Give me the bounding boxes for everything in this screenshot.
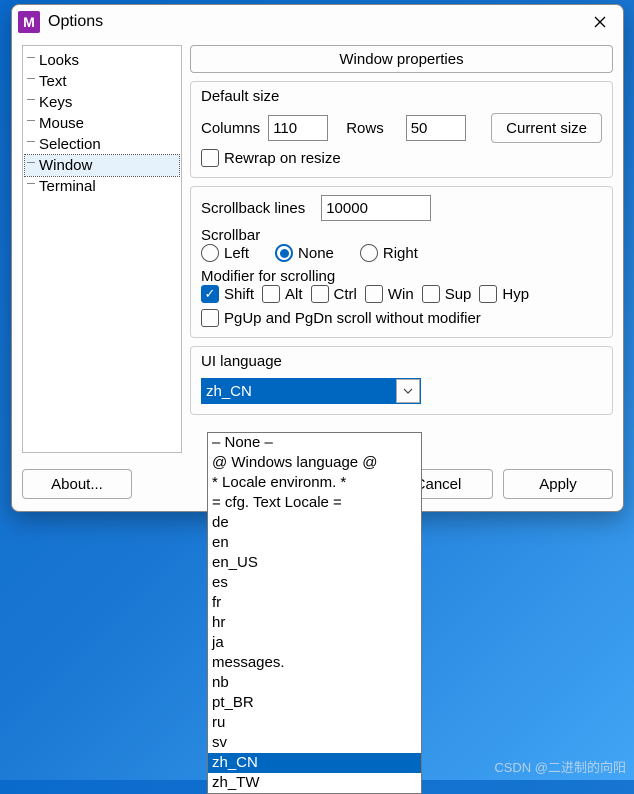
mod-ctrl-checkbox[interactable]: Ctrl [311,285,357,303]
checkbox-icon [201,149,219,167]
main-panel: Window properties Default size Columns R… [190,45,613,453]
dropdown-option[interactable]: * Locale environm. * [208,473,421,493]
mod-hyp-checkbox[interactable]: Hyp [479,285,529,303]
checkbox-icon [479,285,497,303]
ui-language-combo[interactable] [201,378,421,404]
checkbox-icon [422,285,440,303]
default-size-title: Default size [201,88,602,105]
watermark: CSDN @二进制的向阳 [494,757,626,776]
rows-input[interactable] [406,115,466,141]
dropdown-option[interactable]: fr [208,593,421,613]
sidebar: Looks Text Keys Mouse Selection Window T… [22,45,182,453]
checkbox-icon [201,285,219,303]
close-icon [594,16,606,28]
rewrap-checkbox[interactable]: Rewrap on resize [201,149,341,167]
checkbox-icon [365,285,383,303]
modifier-label: Modifier for scrolling [201,268,602,285]
scrollbar-label: Scrollbar [201,227,602,244]
combo-dropdown-button[interactable] [396,379,420,403]
checkbox-icon [201,309,219,327]
mod-alt-checkbox[interactable]: Alt [262,285,303,303]
chevron-down-icon [403,388,413,394]
mod-shift-checkbox[interactable]: Shift [201,285,254,303]
window-properties-button[interactable]: Window properties [190,45,613,73]
dropdown-option[interactable]: nb [208,673,421,693]
titlebar: M Options [12,5,623,39]
about-button[interactable]: About... [22,469,132,499]
columns-label: Columns [201,120,260,137]
pgup-checkbox[interactable]: PgUp and PgDn scroll without modifier [201,309,481,327]
sidebar-item-terminal[interactable]: Terminal [25,176,179,197]
sidebar-item-mouse[interactable]: Mouse [25,113,179,134]
sidebar-item-text[interactable]: Text [25,71,179,92]
checkbox-icon [311,285,329,303]
radio-icon [201,244,219,262]
dropdown-option[interactable]: ja [208,633,421,653]
dropdown-option[interactable]: @ Windows language @ [208,453,421,473]
options-dialog: M Options Looks Text Keys Mouse Selectio… [11,4,624,512]
app-icon: M [18,11,40,33]
columns-input[interactable] [268,115,328,141]
ui-language-group: UI language [190,346,613,415]
scrollback-label: Scrollback lines [201,200,305,217]
scrollbar-none-radio[interactable]: None [275,244,334,262]
checkbox-icon [262,285,280,303]
dropdown-option[interactable]: pt_BR [208,693,421,713]
window-title: Options [48,13,577,31]
radio-icon [275,244,293,262]
sidebar-item-looks[interactable]: Looks [25,50,179,71]
rewrap-label: Rewrap on resize [224,150,341,167]
dropdown-option[interactable]: zh_TW [208,773,421,793]
dropdown-option[interactable]: es [208,573,421,593]
apply-button[interactable]: Apply [503,469,613,499]
dropdown-option[interactable]: zh_CN [208,753,421,773]
sidebar-item-keys[interactable]: Keys [25,92,179,113]
rows-label: Rows [346,120,384,137]
dropdown-option[interactable]: ru [208,713,421,733]
default-size-group: Default size Columns Rows Current size R… [190,81,613,178]
dropdown-option[interactable]: – None – [208,433,421,453]
dropdown-option[interactable]: = cfg. Text Locale = [208,493,421,513]
mod-sup-checkbox[interactable]: Sup [422,285,472,303]
radio-icon [360,244,378,262]
dropdown-option[interactable]: messages. [208,653,421,673]
ui-language-title: UI language [201,353,602,370]
dropdown-option[interactable]: hr [208,613,421,633]
dropdown-option[interactable]: en_US [208,553,421,573]
content-area: Looks Text Keys Mouse Selection Window T… [12,39,623,463]
current-size-button[interactable]: Current size [491,113,602,143]
scrollbar-right-radio[interactable]: Right [360,244,418,262]
scrollback-input[interactable] [321,195,431,221]
dropdown-option[interactable]: de [208,513,421,533]
sidebar-item-selection[interactable]: Selection [25,134,179,155]
close-button[interactable] [577,5,623,39]
scrollbar-left-radio[interactable]: Left [201,244,249,262]
mod-win-checkbox[interactable]: Win [365,285,414,303]
ui-language-dropdown[interactable]: – None –@ Windows language @* Locale env… [207,432,422,794]
scroll-group: Scrollback lines Scrollbar Left None Rig… [190,186,613,338]
sidebar-item-window[interactable]: Window [25,155,179,176]
dropdown-option[interactable]: sv [208,733,421,753]
ui-language-input[interactable] [201,378,421,404]
dropdown-option[interactable]: en [208,533,421,553]
